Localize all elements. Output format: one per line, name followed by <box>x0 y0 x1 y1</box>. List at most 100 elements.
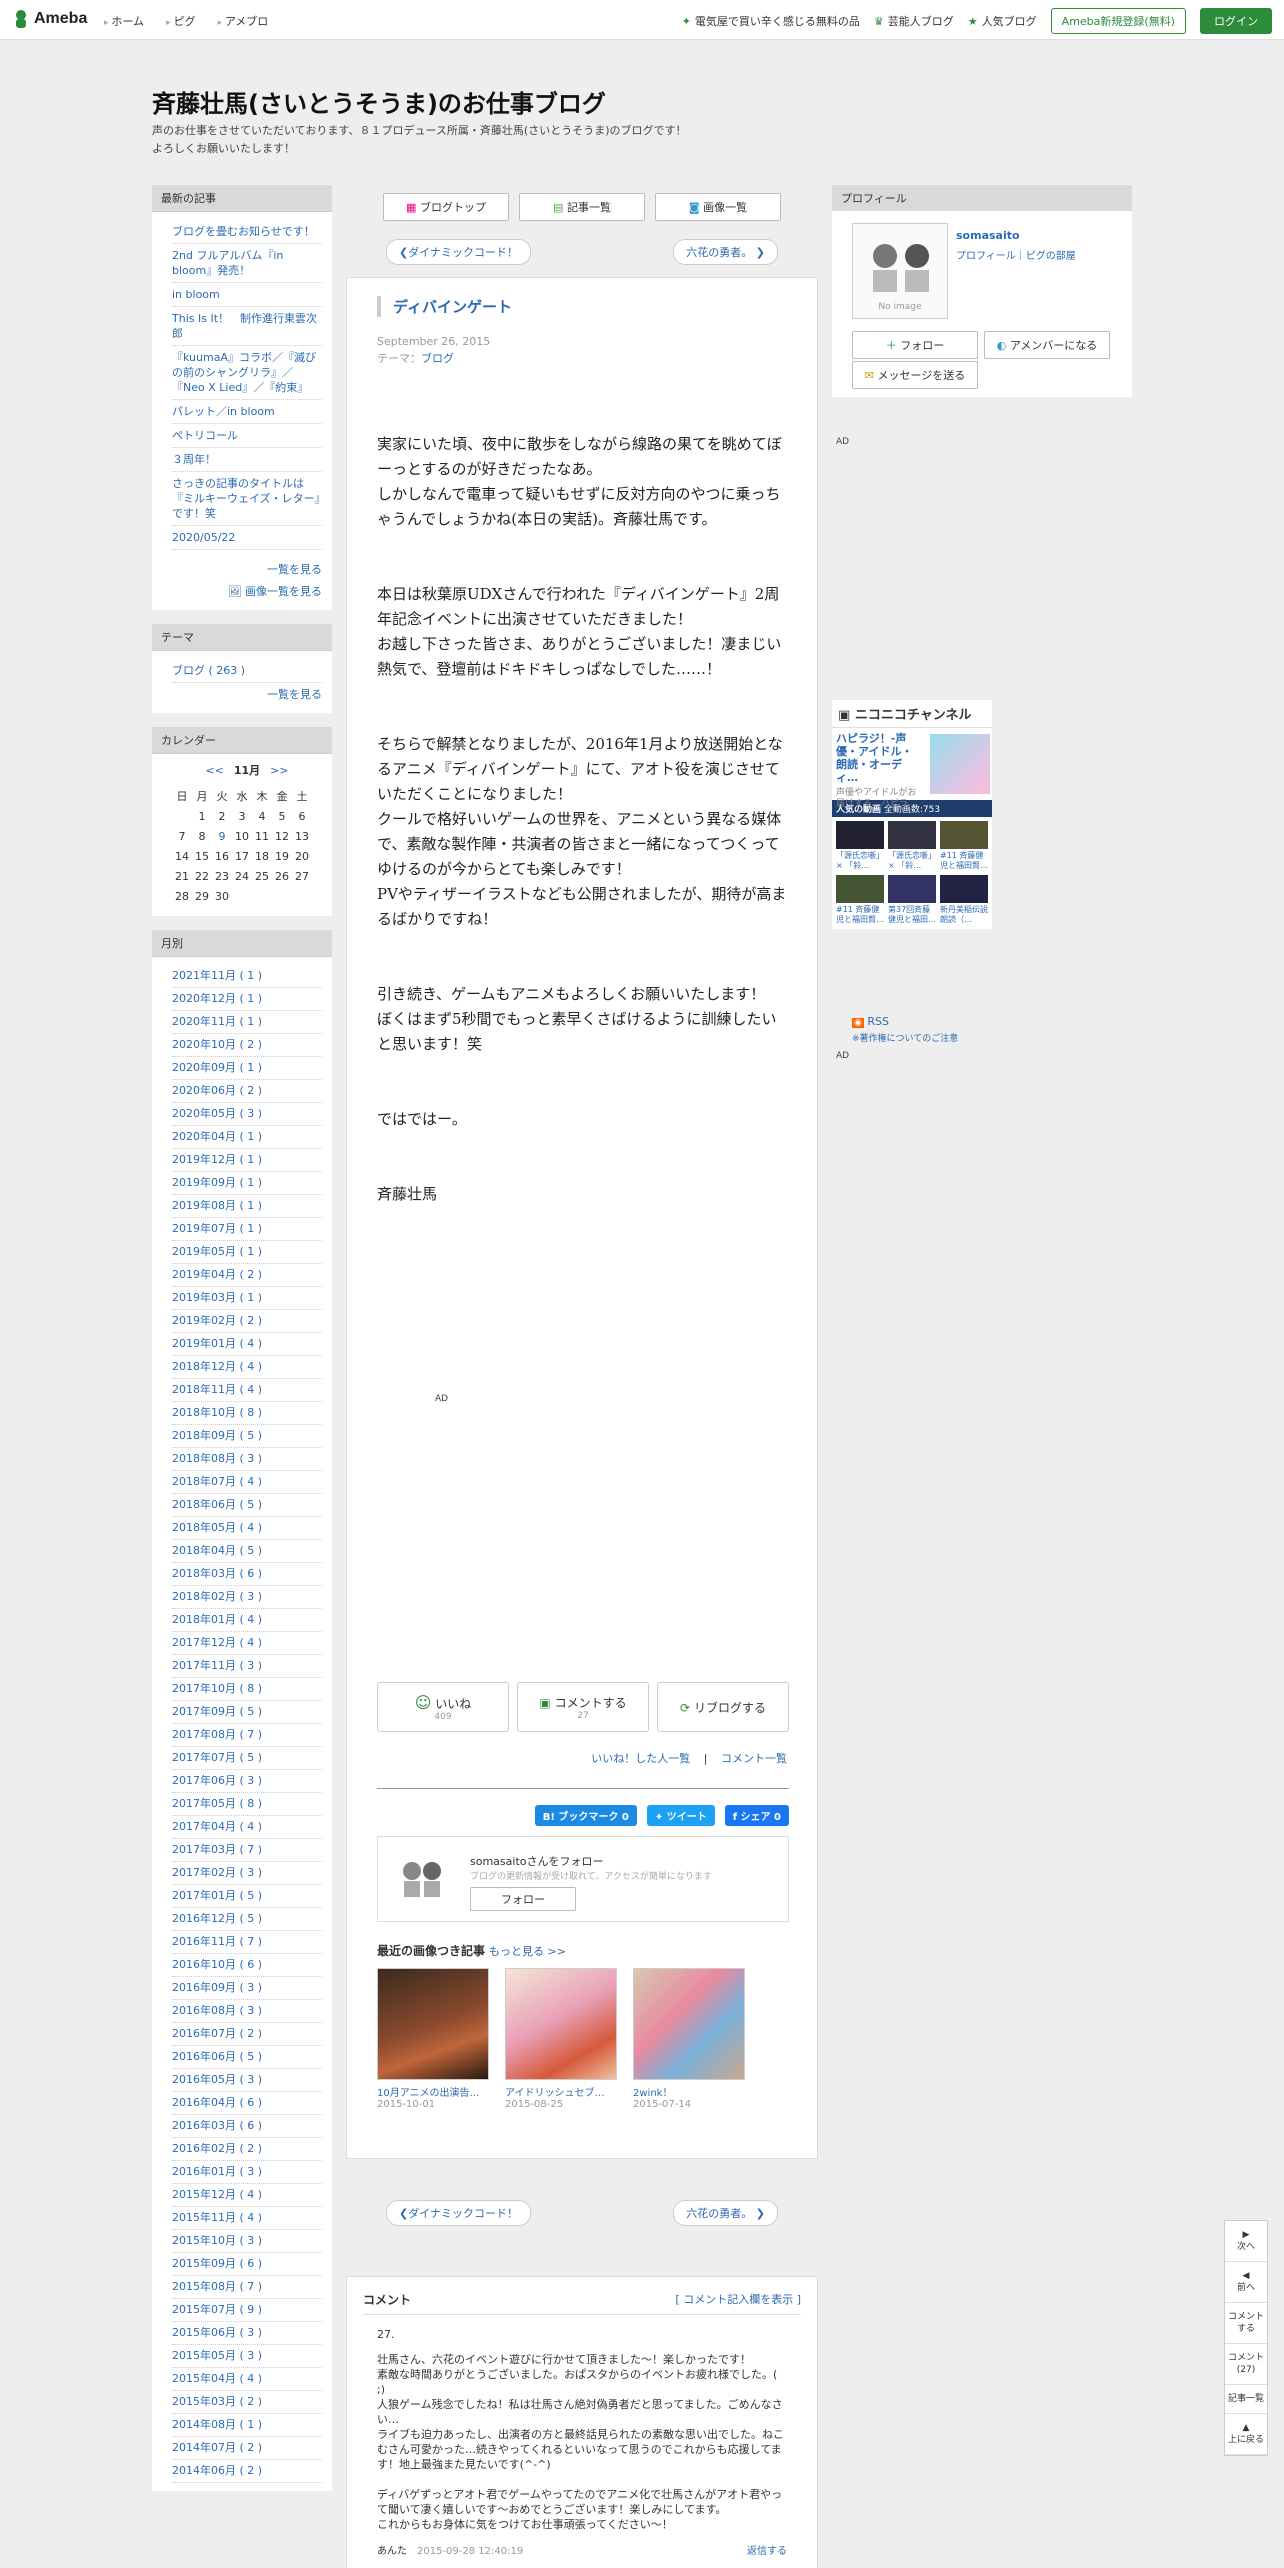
nav-pigg[interactable]: ピグ <box>166 13 195 29</box>
recent-more-link[interactable]: 一覧を見る <box>172 558 322 580</box>
month-archive-link[interactable]: 2019年02月 ( 2 ) <box>172 1310 322 1333</box>
blog-title[interactable]: 斉藤壮馬(さいとうそうま)のお仕事ブログ <box>152 84 606 119</box>
theme-item[interactable]: ブログ ( 263 ) <box>172 659 322 683</box>
prev-article-button-bottom[interactable]: ❮ダイナミックコード！ <box>386 2200 531 2226</box>
profile-name[interactable]: somasaito <box>956 229 1020 242</box>
floating-nav-item[interactable]: 記事一覧 <box>1225 2385 1267 2414</box>
niconico-video-item[interactable]: 「源氏恋噺」× 「鈴… <box>836 821 884 871</box>
month-archive-link[interactable]: 2019年08月 ( 1 ) <box>172 1195 322 1218</box>
month-archive-link[interactable]: 2021年11月 ( 1 ) <box>172 965 322 988</box>
promo-link[interactable]: ✦ 電気屋で買い辛く感じる無料の品 <box>682 13 860 29</box>
recent-entry-link[interactable]: in bloom <box>172 283 322 307</box>
month-archive-link[interactable]: 2019年12月 ( 1 ) <box>172 1149 322 1172</box>
amember-button[interactable]: ◐ アメンバーになる <box>984 331 1110 359</box>
month-archive-link[interactable]: 2017年04月 ( 4 ) <box>172 1816 322 1839</box>
month-archive-link[interactable]: 2016年12月 ( 5 ) <box>172 1908 322 1931</box>
video-thumbnail[interactable] <box>940 821 988 849</box>
month-archive-link[interactable]: 2016年10月 ( 6 ) <box>172 1954 322 1977</box>
month-archive-link[interactable]: 2018年10月 ( 8 ) <box>172 1402 322 1425</box>
thumbnail-title[interactable]: 2wink！ <box>633 2084 745 2099</box>
recent-entry-link[interactable]: パレット／in bloom <box>172 400 322 424</box>
niconico-video-item[interactable]: 第37回斉藤健児と福田… <box>888 875 936 925</box>
month-archive-link[interactable]: 2017年11月 ( 3 ) <box>172 1655 322 1678</box>
celebrity-blog-link[interactable]: ♛ 芸能人ブログ <box>874 13 954 29</box>
month-archive-link[interactable]: 2020年12月 ( 1 ) <box>172 988 322 1011</box>
month-archive-link[interactable]: 2017年05月 ( 8 ) <box>172 1793 322 1816</box>
month-archive-link[interactable]: 2015年11月 ( 4 ) <box>172 2207 322 2230</box>
floating-nav-item[interactable]: ▲ 上に戻る <box>1225 2414 1267 2455</box>
recent-entry-link[interactable]: さっきの記事のタイトルは『ミルキーウェイズ・レター』です！笑 <box>172 472 322 526</box>
video-thumbnail[interactable] <box>836 875 884 903</box>
month-archive-link[interactable]: 2015年05月 ( 3 ) <box>172 2345 322 2368</box>
month-archive-link[interactable]: 2017年08月 ( 7 ) <box>172 1724 322 1747</box>
liked-people-link[interactable]: いいね！した人一覧 <box>591 1752 690 1765</box>
theme-link[interactable]: ブログ <box>421 352 454 365</box>
blog-top-button[interactable]: ▦ ブログトップ <box>383 193 509 221</box>
month-archive-link[interactable]: 2016年08月 ( 3 ) <box>172 2000 322 2023</box>
niconico-video-item[interactable]: #11 斉藤健児と福田賢… <box>836 875 884 925</box>
rss-link[interactable]: ◉ RSS <box>852 1015 889 1028</box>
month-archive-link[interactable]: 2018年12月 ( 4 ) <box>172 1356 322 1379</box>
message-button[interactable]: ✉ メッセージを送る <box>852 361 978 389</box>
thumbnail-image[interactable] <box>377 1968 489 2080</box>
month-archive-link[interactable]: 2015年06月 ( 3 ) <box>172 2322 322 2345</box>
recent-entry-link[interactable]: 2nd フルアルバム『in bloom』発売！ <box>172 244 322 283</box>
recent-image-item[interactable]: 2wink！ 2015-07-14 <box>633 1968 745 2110</box>
month-archive-link[interactable]: 2016年03月 ( 6 ) <box>172 2115 322 2138</box>
niconico-video-item[interactable]: 「源氏恋噺」× 「鈴… <box>888 821 936 871</box>
niconico-video-item[interactable]: 新丹美稲伝説 朗読（… <box>940 875 996 925</box>
thumbnail-title[interactable]: アイドリッシュセブ… <box>505 2084 617 2099</box>
month-archive-link[interactable]: 2018年03月 ( 6 ) <box>172 1563 322 1586</box>
month-archive-link[interactable]: 2015年12月 ( 4 ) <box>172 2184 322 2207</box>
register-button[interactable]: Ameba新規登録(無料) <box>1050 8 1186 34</box>
month-archive-link[interactable]: 2019年07月 ( 1 ) <box>172 1218 322 1241</box>
image-list-button[interactable]: ◙ 画像一覧 <box>655 193 781 221</box>
month-archive-link[interactable]: 2017年07月 ( 5 ) <box>172 1747 322 1770</box>
month-archive-link[interactable]: 2018年05月 ( 4 ) <box>172 1517 322 1540</box>
month-archive-link[interactable]: 2019年04月 ( 2 ) <box>172 1264 322 1287</box>
thumbnail-title[interactable]: 10月アニメの出演告… <box>377 2084 489 2099</box>
month-archive-link[interactable]: 2019年01月 ( 4 ) <box>172 1333 322 1356</box>
month-archive-link[interactable]: 2014年08月 ( 1 ) <box>172 2414 322 2437</box>
month-archive-link[interactable]: 2019年05月 ( 1 ) <box>172 1241 322 1264</box>
popular-blog-link[interactable]: ★ 人気ブログ <box>968 13 1037 29</box>
month-archive-link[interactable]: 2016年09月 ( 3 ) <box>172 1977 322 2000</box>
month-archive-link[interactable]: 2016年06月 ( 5 ) <box>172 2046 322 2069</box>
calendar-day[interactable]: 9 <box>212 826 232 846</box>
month-archive-link[interactable]: 2017年10月 ( 8 ) <box>172 1678 322 1701</box>
like-button[interactable]: ☺ いいね 409 <box>377 1682 509 1732</box>
prev-article-button[interactable]: ❮ダイナミックコード！ <box>386 239 531 265</box>
niconico-channel-image[interactable] <box>930 734 990 794</box>
recent-entry-link[interactable]: ブログを畳むお知らせです！ <box>172 220 322 244</box>
follow-button[interactable]: フォロー <box>470 1887 576 1911</box>
profile-follow-button[interactable]: ＋ フォロー <box>852 331 978 359</box>
niconico-logo[interactable]: ▣ ニコニコチャンネル <box>832 700 992 728</box>
month-archive-link[interactable]: 2015年04月 ( 4 ) <box>172 2368 322 2391</box>
reblog-button[interactable]: ⟳ リブログする <box>657 1682 789 1732</box>
recent-entry-link[interactable]: This Is It！ 制作進行東雲次郎 <box>172 307 322 346</box>
tweet-button[interactable]: ✦ ツイート <box>646 1805 715 1826</box>
month-archive-link[interactable]: 2017年06月 ( 3 ) <box>172 1770 322 1793</box>
month-archive-link[interactable]: 2018年06月 ( 5 ) <box>172 1494 322 1517</box>
month-archive-link[interactable]: 2017年03月 ( 7 ) <box>172 1839 322 1862</box>
copyright-note-link[interactable]: ※著作権についてのご注意 <box>852 1031 958 1044</box>
month-archive-link[interactable]: 2017年09月 ( 5 ) <box>172 1701 322 1724</box>
recent-entry-link[interactable]: 2020/05/22 <box>172 526 322 550</box>
floating-nav-item[interactable]: ◀ 前へ <box>1225 2262 1267 2303</box>
hatena-bookmark-button[interactable]: B! ブックマーク 0 <box>534 1805 637 1826</box>
reply-link[interactable]: 返信する <box>747 2544 787 2559</box>
month-archive-link[interactable]: 2014年06月 ( 2 ) <box>172 2460 322 2483</box>
month-archive-link[interactable]: 2018年02月 ( 3 ) <box>172 1586 322 1609</box>
video-thumbnail[interactable] <box>888 821 936 849</box>
month-archive-link[interactable]: 2019年03月 ( 1 ) <box>172 1287 322 1310</box>
month-archive-link[interactable]: 2018年01月 ( 4 ) <box>172 1609 322 1632</box>
article-title[interactable]: ディバインゲート <box>377 296 787 317</box>
month-archive-link[interactable]: 2020年04月 ( 1 ) <box>172 1126 322 1149</box>
recent-entry-link[interactable]: ペトリコール <box>172 424 322 448</box>
video-thumbnail[interactable] <box>836 821 884 849</box>
nav-home[interactable]: ホーム <box>104 13 144 29</box>
niconico-video-item[interactable]: #11 斉藤健児と福田賢… <box>940 821 988 871</box>
next-article-button-bottom[interactable]: 六花の勇者。 ❯ <box>673 2200 778 2226</box>
video-thumbnail[interactable] <box>888 875 936 903</box>
thumbnail-image[interactable] <box>633 1968 745 2080</box>
